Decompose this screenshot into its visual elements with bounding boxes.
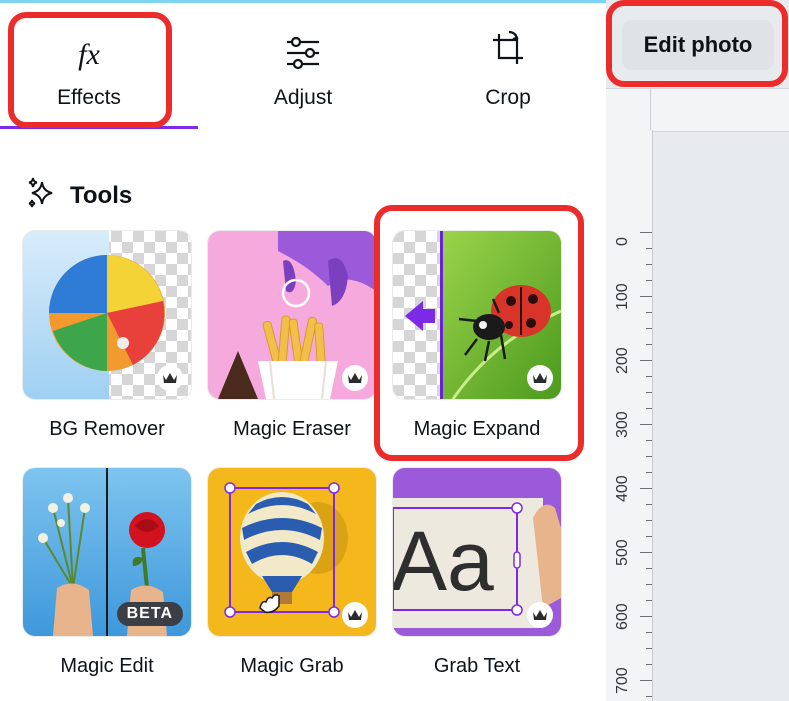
- ruler-tick: [640, 232, 652, 233]
- ruler-minor-tick: [646, 696, 652, 697]
- horizontal-ruler: [606, 88, 789, 132]
- ruler-label: 600: [614, 603, 631, 630]
- beta-badge: BETA: [116, 602, 183, 626]
- ruler-minor-tick: [646, 392, 652, 393]
- tool-name: Magic Eraser: [233, 418, 351, 440]
- tab-effects[interactable]: fx Effects: [14, 20, 164, 115]
- tab-adjust-label: Adjust: [273, 86, 333, 109]
- edit-photo-button[interactable]: Edit photo: [622, 20, 774, 70]
- pro-crown-icon: [157, 365, 183, 391]
- magic-edit-thumbnail: BETA: [23, 468, 191, 636]
- tool-grab-text[interactable]: Aa Grab Text: [393, 468, 561, 678]
- ruler-tick: [640, 296, 652, 297]
- pro-crown-icon: [527, 365, 553, 391]
- crop-icon: [433, 20, 583, 70]
- tab-crop-label: Crop: [485, 86, 531, 109]
- ruler-tick: [640, 360, 652, 361]
- pro-crown-icon: [342, 602, 368, 628]
- ruler-minor-tick: [646, 568, 652, 569]
- ruler-minor-tick: [646, 520, 652, 521]
- ruler-minor-tick: [646, 408, 652, 409]
- ruler-label: 400: [614, 475, 631, 502]
- fx-icon: fx: [78, 38, 100, 71]
- ruler-label: 500: [614, 539, 631, 566]
- tool-name: Magic Expand: [413, 418, 541, 440]
- tool-bg-remover[interactable]: BG Remover: [23, 231, 191, 441]
- tab-adjust[interactable]: Adjust: [228, 20, 378, 115]
- ruler-tick: [640, 488, 652, 489]
- tool-magic-eraser[interactable]: Magic Eraser: [208, 231, 376, 441]
- top-accent-line: [0, 0, 606, 3]
- ruler-minor-tick: [646, 312, 652, 313]
- tool-magic-edit[interactable]: BETA Magic Edit: [23, 468, 191, 678]
- ruler-minor-tick: [646, 504, 652, 505]
- ruler-minor-tick: [646, 264, 652, 265]
- ruler-minor-tick: [646, 472, 652, 473]
- ruler-minor-tick: [646, 536, 652, 537]
- ruler-tick: [640, 616, 652, 617]
- grab-text-thumbnail: Aa: [393, 468, 561, 636]
- sliders-icon: [228, 20, 378, 70]
- tool-magic-expand[interactable]: Magic Expand: [393, 231, 561, 441]
- ruler-corner-divider: [650, 88, 651, 130]
- ruler-minor-tick: [646, 344, 652, 345]
- bg-remover-thumbnail: [23, 231, 191, 399]
- tool-name: Magic Grab: [240, 655, 344, 677]
- ruler-label: 100: [614, 283, 631, 310]
- ruler-label: 0: [614, 237, 631, 246]
- tool-name: Grab Text: [433, 655, 521, 677]
- tool-name: BG Remover: [49, 418, 165, 440]
- ruler-tick: [640, 424, 652, 425]
- tab-effects-label: Effects: [57, 86, 121, 109]
- ruler-minor-tick: [646, 456, 652, 457]
- pro-crown-icon: [527, 602, 553, 628]
- tab-crop[interactable]: Crop: [433, 20, 583, 115]
- magic-expand-thumbnail: [393, 231, 561, 399]
- ruler-minor-tick: [646, 632, 652, 633]
- grab-text-sample: Aa: [393, 514, 494, 608]
- ruler-minor-tick: [646, 648, 652, 649]
- pro-crown-icon: [342, 365, 368, 391]
- ruler-minor-tick: [646, 376, 652, 377]
- ruler-minor-tick: [646, 328, 652, 329]
- magic-eraser-thumbnail: [208, 231, 376, 399]
- section-title: Tools: [70, 181, 133, 209]
- ruler-tick: [640, 552, 652, 553]
- ruler-minor-tick: [646, 664, 652, 665]
- ruler-tick: [640, 680, 652, 681]
- ruler-label: 200: [614, 347, 631, 374]
- ruler-minor-tick: [646, 280, 652, 281]
- ruler-minor-tick: [646, 600, 652, 601]
- sparkles-icon: [26, 176, 60, 215]
- ruler-label: 700: [614, 667, 631, 694]
- ruler-minor-tick: [646, 248, 652, 249]
- ruler-minor-tick: [646, 440, 652, 441]
- tool-magic-grab[interactable]: Magic Grab: [208, 468, 376, 678]
- ruler-label: 300: [614, 411, 631, 438]
- tool-name: Magic Edit: [60, 655, 154, 677]
- ruler-minor-tick: [646, 584, 652, 585]
- magic-grab-thumbnail: [208, 468, 376, 636]
- active-tab-indicator: [0, 126, 198, 129]
- tools-section-header: Tools: [26, 176, 132, 215]
